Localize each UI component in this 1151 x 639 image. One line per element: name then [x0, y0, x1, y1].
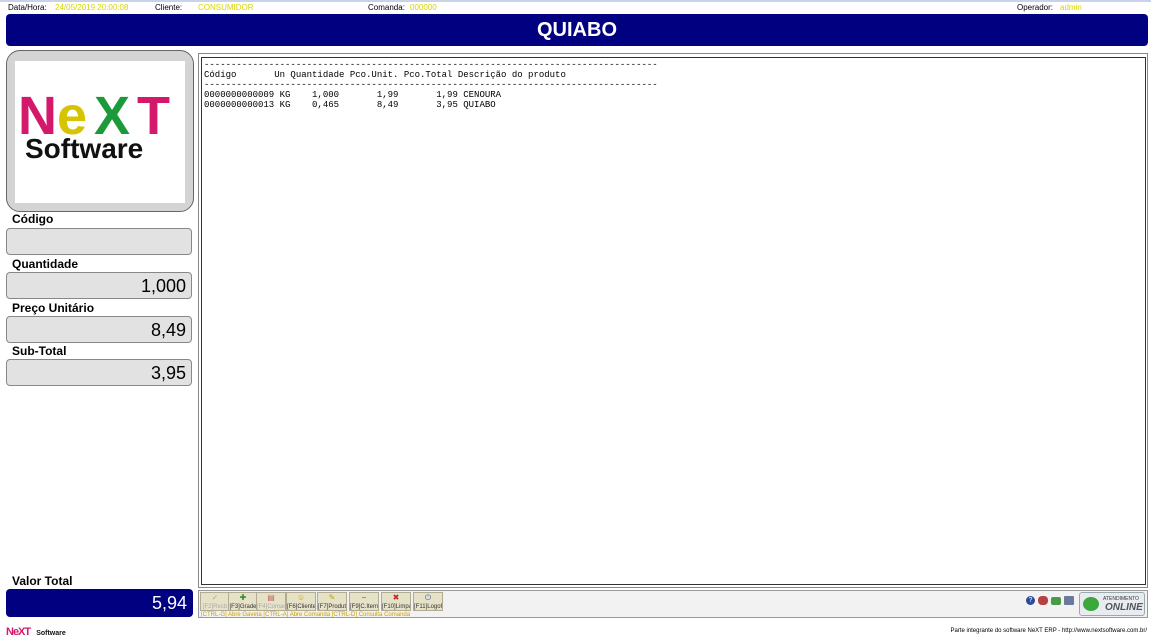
help-icon[interactable]: ? [1026, 596, 1035, 605]
preco-unitario-label: Preço Unitário [12, 301, 95, 315]
receipt-separator: ----------------------------------------… [204, 60, 658, 70]
preco-unitario-field: 8,49 [6, 316, 192, 343]
receipt-text: ----------------------------------------… [204, 60, 658, 110]
network-icon[interactable] [1051, 597, 1061, 605]
online-label: ONLINE [1105, 602, 1143, 613]
atendimento-online-button[interactable]: ATENDIMENTO ONLINE [1079, 592, 1145, 616]
status-icons: ? [1026, 596, 1076, 610]
datetime-value: 24/05/2019 20:00:08 [55, 3, 129, 12]
receipt-row: 0000000000009 KG 1,000 1,99 1,99 CENOURA [204, 90, 502, 100]
user-icon: ☺ [296, 593, 306, 602]
quantidade-field[interactable]: 1,000 [6, 272, 192, 299]
logoff-button[interactable]: ⏻ [F11]Logoff [413, 592, 443, 611]
top-info-bar: Data/Hora: 24/05/2019 20:00:08 Cliente: … [0, 0, 1151, 14]
comanda-button[interactable]: ▤ [F4]Comand [256, 592, 286, 611]
company-logo: N e X T Software [15, 61, 185, 203]
product-icon: ✎ [328, 593, 336, 602]
computer-icon[interactable] [1064, 596, 1074, 605]
logoff-icon: ⏻ [424, 593, 432, 602]
subtotal-field: 3,95 [6, 359, 192, 386]
comanda-label: Comanda: [368, 3, 405, 12]
receipt-header: Código Un Quantidade Pco.Unit. Pco.Total… [204, 70, 566, 80]
receber-button[interactable]: ✓ [F2]Recb [200, 592, 230, 611]
alert-icon[interactable] [1038, 596, 1048, 605]
comanda-icon: ▤ [267, 593, 275, 602]
check-icon: ✓ [211, 593, 219, 602]
quantidade-label: Quantidade [12, 257, 79, 271]
produto-button[interactable]: ✎ [F7]Produto [317, 592, 347, 611]
cancela-item-button[interactable]: − [F9]C.Item [349, 592, 379, 611]
client-value: CONSUMIDOR [198, 3, 254, 12]
valor-total-field: 5,94 [6, 589, 193, 617]
footer-credit: Parte integrante do software NeXT ERP - … [950, 628, 1147, 634]
minus-icon: − [361, 593, 367, 602]
codigo-field[interactable] [6, 228, 192, 255]
chat-icon [1083, 597, 1099, 611]
product-title: QUIABO [6, 14, 1148, 46]
valor-total-label: Valor Total [12, 574, 73, 588]
subtotal-label: Sub-Total [12, 344, 67, 358]
grade-button[interactable]: ✚ [F3]Grade [228, 592, 258, 611]
shortcut-hints: [CTRL-G] Abre Gaveta [CTRL-A] Abre Coman… [201, 612, 411, 618]
logo-subtitle: Software [25, 133, 144, 164]
operator-value: admin [1060, 3, 1082, 12]
comanda-value: 000000 [410, 3, 437, 12]
receipt-panel[interactable]: ----------------------------------------… [201, 57, 1146, 585]
receipt-separator: ----------------------------------------… [204, 80, 658, 90]
datetime-label: Data/Hora: [8, 3, 47, 12]
codigo-label: Código [12, 212, 54, 226]
close-icon: ✖ [392, 593, 400, 602]
footer-logo: NeXT Software [6, 626, 66, 638]
plus-icon: ✚ [239, 593, 247, 602]
cliente-button[interactable]: ☺ [F6]Cliente [286, 592, 316, 611]
operator-label: Operador: [1017, 3, 1054, 12]
receipt-row: 0000000000013 KG 0,465 8,49 3,95 QUIABO [204, 100, 496, 110]
limpa-button[interactable]: ✖ [F10]Limpa [381, 592, 411, 611]
client-label: Cliente: [155, 3, 183, 12]
